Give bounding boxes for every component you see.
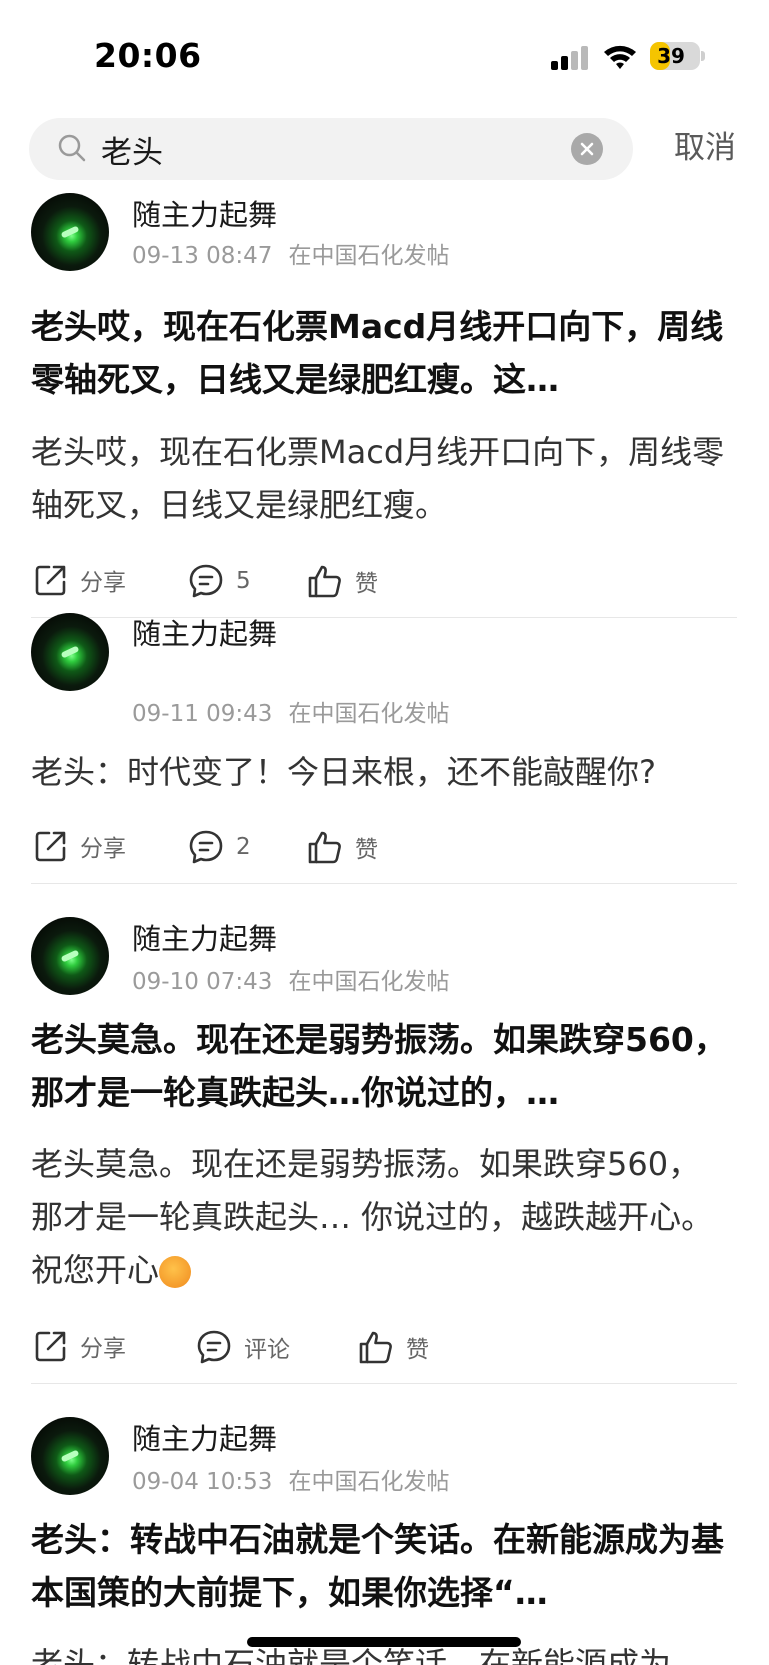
post-source: 在中国石化发帖 [288,701,450,727]
share-button[interactable]: 分享 [34,829,126,863]
thumbs-up-icon [308,565,341,598]
author-name[interactable]: 随主力起舞 [132,916,277,958]
post-time: 09-11 09:43 [132,701,273,727]
post-time: 09-10 07:43 [132,969,273,995]
comment-button[interactable]: 2 [188,829,251,865]
share-icon [35,831,66,862]
post-source: 在中国石化发帖 [288,243,450,269]
emoji-icon [159,1256,192,1288]
like-label: 赞 [406,1337,429,1363]
avatar[interactable] [31,613,109,691]
cellular-signal-icon [551,46,589,70]
clear-icon[interactable] [571,133,603,165]
author-name[interactable]: 随主力起舞 [132,192,277,234]
battery-icon: 39 [650,42,700,70]
search-bar[interactable] [29,118,633,180]
comment-button[interactable]: 5 [188,563,251,599]
search-icon [58,134,86,162]
divider [31,1383,737,1384]
status-time: 20:06 [94,36,202,75]
search-input[interactable] [101,127,581,171]
post-body[interactable]: 老头：时代变了！今日来根，还不能敲醒你? [31,746,731,799]
avatar[interactable] [31,193,109,271]
status-bar: 20:06 39 [0,0,769,105]
post-meta: 09-10 07:43 在中国石化发帖 [132,962,449,996]
post-title[interactable]: 老头：转战中石油就是个笑话。在新能源成为基本国策的大前提下，如果你选择“… [31,1513,731,1619]
share-button[interactable]: 分享 [34,563,126,597]
comment-count: 5 [236,568,251,594]
share-label: 分享 [80,836,126,862]
battery-tip [701,51,705,61]
comment-icon [189,830,223,864]
thumbs-up-icon [308,831,341,864]
post-meta: 09-04 10:53 在中国石化发帖 [132,1462,449,1496]
post-body[interactable]: 老头哎，现在石化票Macd月线开口向下，周线零轴死叉，日线又是绿肥红瘦。 [31,426,731,532]
divider [31,883,737,884]
author-name[interactable]: 随主力起舞 [132,1416,277,1458]
avatar[interactable] [31,917,109,995]
thumbs-up-icon [359,1331,392,1364]
post-body[interactable]: 老头莫急。现在还是弱势振荡。如果跌穿560，那才是一轮真跌起头… 你说过的，越跌… [31,1138,731,1297]
like-button[interactable]: 赞 [358,1329,429,1365]
wifi-icon [604,45,636,69]
post-meta: 09-13 08:47 在中国石化发帖 [132,236,449,270]
post-time: 09-13 08:47 [132,243,273,269]
comment-icon [189,564,223,598]
cancel-button[interactable]: 取消 [674,126,736,170]
share-icon [35,565,66,596]
like-label: 赞 [355,571,378,597]
comment-icon [197,1330,231,1364]
like-button[interactable]: 赞 [307,563,378,599]
post-source: 在中国石化发帖 [288,969,450,995]
post-meta: 09-11 09:43 在中国石化发帖 [132,694,449,728]
share-label: 分享 [80,570,126,596]
post-time: 09-04 10:53 [132,1469,273,1495]
post-title[interactable]: 老头莫急。现在还是弱势振荡。如果跌穿560，那才是一轮真跌起头…你说过的，… [31,1013,731,1119]
home-indicator [247,1637,521,1647]
comment-label: 评论 [244,1337,290,1363]
share-icon [35,1331,66,1362]
avatar[interactable] [31,1417,109,1495]
post-body-text: 老头莫急。现在还是弱势振荡。如果跌穿560，那才是一轮真跌起头… 你说过的，越跌… [31,1145,714,1289]
comment-count: 2 [236,834,251,860]
share-button[interactable]: 分享 [34,1329,126,1363]
like-label: 赞 [355,837,378,863]
share-label: 分享 [80,1336,126,1362]
author-name[interactable]: 随主力起舞 [132,611,277,653]
battery-level-text: 39 [657,44,685,68]
like-button[interactable]: 赞 [307,829,378,865]
post-title[interactable]: 老头哎，现在石化票Macd月线开口向下，周线零轴死叉，日线又是绿肥红瘦。这… [31,300,731,406]
post-source: 在中国石化发帖 [288,1469,450,1495]
comment-button[interactable]: 评论 [196,1329,290,1365]
